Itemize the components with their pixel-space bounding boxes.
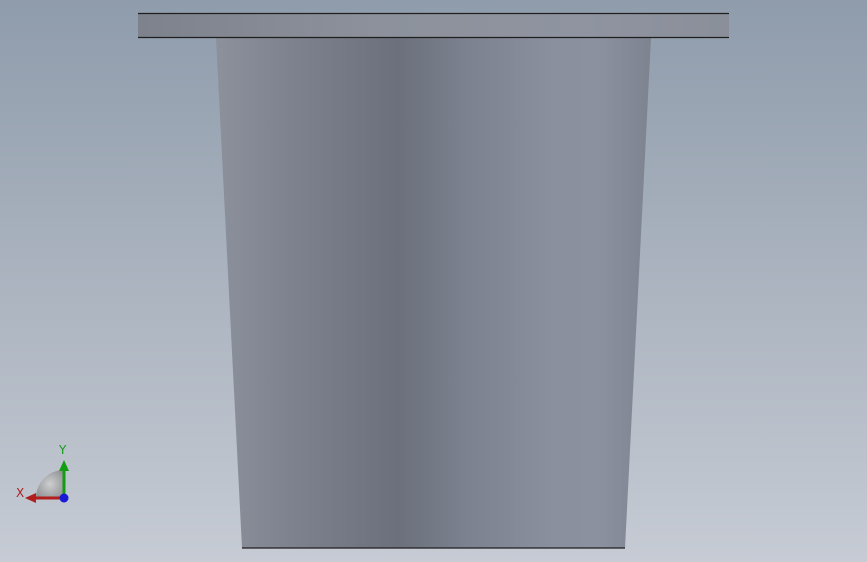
triad-z-axis bbox=[59, 493, 69, 503]
triad-y-label: Y bbox=[59, 443, 67, 457]
view-triad[interactable] bbox=[25, 460, 69, 503]
triad-x-arrowhead bbox=[25, 493, 36, 503]
part-flange-face[interactable] bbox=[138, 13, 729, 38]
triad-x-label: X bbox=[16, 486, 25, 500]
triad-y-arrowhead bbox=[59, 460, 69, 471]
graphics-viewport[interactable]: X Y bbox=[0, 0, 867, 562]
triad-plane-indicator bbox=[36, 470, 64, 498]
part-body-face[interactable] bbox=[216, 38, 651, 548]
model-view[interactable] bbox=[0, 0, 867, 562]
